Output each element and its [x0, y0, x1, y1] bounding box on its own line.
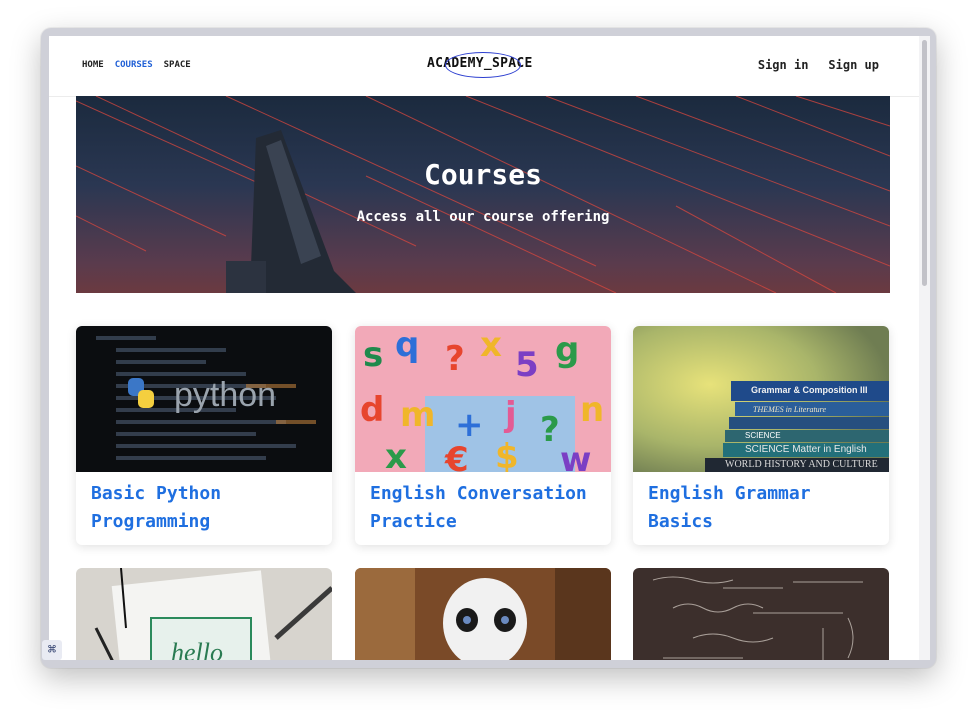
svg-text:x: x	[385, 437, 407, 472]
main-nav: HOME COURSES SPACE	[82, 60, 191, 70]
course-card-mathematics[interactable]	[633, 568, 889, 660]
browser-window: HOME COURSES SPACE ACADEMY_SPACE Sign in…	[41, 28, 936, 668]
svg-text:$: $	[495, 437, 519, 472]
course-card-english-conversation[interactable]: s q ? x 5 g d m + j ? n x € $ w English …	[355, 326, 611, 545]
python-logo-text: python	[174, 376, 277, 414]
book-spine-text: SCIENCE	[745, 431, 781, 440]
svg-text:q: q	[395, 326, 419, 365]
hero-background-image	[76, 96, 890, 293]
site-header: HOME COURSES SPACE ACADEMY_SPACE Sign in…	[49, 36, 919, 97]
course-card-handwriting[interactable]: hello	[76, 568, 332, 660]
page-subtitle: Access all our course offering	[356, 209, 610, 225]
vertical-scrollbar[interactable]	[919, 36, 930, 660]
svg-text:?: ?	[540, 410, 560, 450]
nav-home[interactable]: HOME	[82, 60, 104, 70]
devtools-icon[interactable]: ⌘	[42, 640, 62, 660]
page-viewport: HOME COURSES SPACE ACADEMY_SPACE Sign in…	[49, 36, 919, 660]
svg-text:n: n	[580, 390, 604, 430]
course-title: English Conversation Practice	[370, 483, 587, 532]
svg-text:x: x	[480, 326, 502, 365]
svg-text:w: w	[560, 440, 591, 472]
course-image-python: python	[76, 326, 332, 472]
svg-text:€: €	[444, 440, 469, 472]
book-spine-text: SCIENCE Matter in English	[745, 444, 867, 455]
nav-courses[interactable]: COURSES	[115, 60, 153, 70]
hero-banner: Courses Access all our course offering	[76, 96, 890, 293]
sign-up-link[interactable]: Sign up	[828, 58, 879, 72]
nav-space[interactable]: SPACE	[164, 60, 191, 70]
page-title: Courses	[423, 158, 542, 191]
chalkboard-math-photo	[633, 568, 889, 660]
logo-ring-icon	[445, 52, 521, 78]
svg-text:s: s	[363, 335, 383, 375]
svg-text:5: 5	[515, 345, 539, 385]
svg-text:+: +	[455, 405, 484, 445]
auth-links: Sign in Sign up	[758, 58, 879, 72]
svg-text:m: m	[400, 395, 435, 435]
course-title: Basic Python Programming	[91, 483, 222, 532]
book-spine-text: THEMES in Literature	[753, 405, 827, 414]
book-spine-text: WORLD HISTORY AND CULTURE	[725, 459, 878, 470]
svg-text:?: ?	[445, 339, 465, 379]
course-title: English Grammar Basics	[648, 483, 811, 532]
course-card-english-grammar[interactable]: Grammar & Composition III THEMES in Lite…	[633, 326, 889, 545]
svg-text:d: d	[360, 390, 384, 430]
site-logo[interactable]: ACADEMY_SPACE	[427, 52, 533, 78]
colorful-letters-photo: s q ? x 5 g d m + j ? n x € $ w	[355, 326, 611, 472]
sign-in-link[interactable]: Sign in	[758, 58, 809, 72]
course-card-robotics[interactable]	[355, 568, 611, 660]
course-image-english-grammar: Grammar & Composition III THEMES in Lite…	[633, 326, 889, 472]
hello-lettering-text: hello	[171, 638, 223, 660]
book-spine-text: Grammar & Composition III	[751, 385, 868, 395]
robot-photo	[355, 568, 611, 660]
scrollbar-thumb[interactable]	[922, 40, 927, 286]
svg-text:g: g	[555, 330, 579, 370]
svg-text:j: j	[503, 395, 517, 435]
course-card-python[interactable]: python Basic Python Programming	[76, 326, 332, 545]
course-image-english-conversation: s q ? x 5 g d m + j ? n x € $ w	[355, 326, 611, 472]
